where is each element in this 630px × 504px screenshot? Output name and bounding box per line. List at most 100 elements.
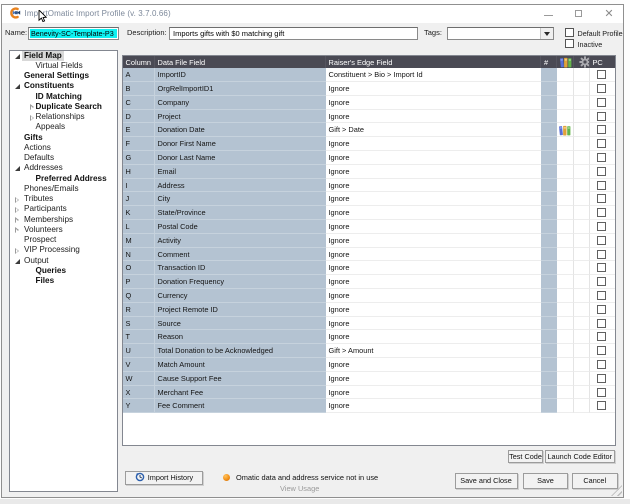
cell-data-file-field[interactable]: Project Remote ID	[154, 302, 326, 317]
cell-dictionary[interactable]	[557, 95, 574, 110]
grid-row-M[interactable]: M Activity Ignore	[122, 233, 615, 248]
cell-data-file-field[interactable]: Currency	[154, 289, 326, 303]
tags-dropdown[interactable]	[447, 26, 554, 40]
cell-function[interactable]	[573, 275, 590, 290]
grid-row-W[interactable]: W Cause Support Fee Ignore	[122, 371, 615, 386]
tree-expander-expanded-icon[interactable]	[14, 258, 21, 265]
cell-function[interactable]	[573, 302, 590, 317]
tree-item-queries[interactable]: Queries	[10, 266, 117, 276]
cell-data-file-field[interactable]: Activity	[154, 233, 326, 248]
pc-checkbox[interactable]	[596, 401, 606, 411]
cell-function[interactable]	[573, 261, 590, 276]
grid-row-P[interactable]: P Donation Frequency Ignore	[122, 275, 615, 290]
close-button[interactable]: ✕	[594, 5, 624, 23]
cell-data-file-field[interactable]: State/Province	[154, 206, 326, 221]
cell-function[interactable]	[573, 233, 590, 248]
cell-function[interactable]	[573, 371, 590, 386]
tree-expander-expanded-icon[interactable]	[14, 83, 21, 90]
tree-item-memberships[interactable]: Memberships	[10, 215, 117, 225]
cell-dictionary[interactable]	[557, 178, 574, 193]
tree-expander-expanded-icon[interactable]	[14, 165, 21, 172]
grid-row-J[interactable]: J City Ignore	[122, 192, 615, 207]
cell-dictionary[interactable]	[557, 261, 574, 276]
tree-item-virtual-fields[interactable]: Virtual Fields	[10, 61, 117, 71]
cell-dictionary[interactable]	[557, 109, 574, 124]
cell-function[interactable]	[573, 220, 590, 234]
pc-checkbox[interactable]	[596, 139, 606, 149]
grid-row-F[interactable]: F Donor First Name Ignore	[122, 137, 615, 152]
cell-raisers-edge-field[interactable]: Ignore	[325, 82, 541, 96]
cell-data-file-field[interactable]: Postal Code	[154, 220, 326, 234]
grid-row-A[interactable]: A ImportID Constituent > Bio > Import Id	[122, 68, 615, 83]
cell-raisers-edge-field[interactable]: Ignore	[325, 399, 541, 414]
grid-header-column[interactable]: Column	[123, 55, 155, 69]
cell-raisers-edge-field[interactable]: Gift > Date	[325, 123, 541, 138]
cell-function[interactable]	[573, 109, 590, 124]
maximize-button[interactable]	[564, 5, 594, 23]
cell-dictionary[interactable]	[557, 330, 574, 345]
cell-data-file-field[interactable]: ImportID	[154, 68, 326, 83]
grid-row-U[interactable]: U Total Donation to be Acknowledged Gift >…	[122, 344, 615, 359]
cell-function[interactable]	[573, 137, 590, 152]
cell-data-file-field[interactable]: Email	[154, 164, 326, 179]
cell-dictionary[interactable]	[557, 371, 574, 386]
pc-checkbox[interactable]	[596, 346, 606, 356]
grid-row-B[interactable]: B OrgRelImportID1 Ignore	[122, 82, 615, 96]
tree-expander-collapsed-icon[interactable]	[14, 196, 21, 203]
tree-item-id-matching[interactable]: ID Matching	[10, 92, 117, 102]
cell-dictionary[interactable]	[557, 68, 574, 83]
cell-data-file-field[interactable]: Project	[154, 109, 326, 124]
cell-function[interactable]	[573, 247, 590, 262]
title-bar[interactable]: ImportOmatic Import Profile (v. 3.7.0.66…	[2, 5, 623, 23]
cell-raisers-edge-field[interactable]: Ignore	[325, 289, 541, 303]
tree-item-field-map[interactable]: Field Map	[10, 50, 117, 61]
grid-row-K[interactable]: K State/Province Ignore	[122, 206, 615, 221]
inactive-checkbox[interactable]	[564, 39, 574, 48]
tree-expander-collapsed-icon[interactable]	[14, 206, 21, 213]
resize-grip[interactable]	[611, 485, 622, 496]
pc-checkbox[interactable]	[596, 235, 606, 245]
pc-checkbox[interactable]	[596, 70, 606, 80]
pc-checkbox[interactable]	[596, 194, 606, 204]
cell-function[interactable]	[573, 289, 590, 303]
grid-row-E[interactable]: E Donation Date Gift > Date	[122, 123, 615, 138]
cell-raisers-edge-field[interactable]: Ignore	[325, 137, 541, 152]
pc-checkbox[interactable]	[596, 84, 606, 94]
grid-row-L[interactable]: L Postal Code Ignore	[122, 220, 615, 234]
tree-expander-collapsed-icon[interactable]	[14, 227, 21, 234]
import-history-button[interactable]: Import History	[125, 470, 203, 485]
pc-checkbox[interactable]	[596, 360, 606, 370]
cell-raisers-edge-field[interactable]: Ignore	[325, 109, 541, 124]
cell-raisers-edge-field[interactable]: Ignore	[325, 220, 541, 234]
cell-data-file-field[interactable]: City	[154, 192, 326, 207]
cell-data-file-field[interactable]: Company	[154, 95, 326, 110]
tree-item-preferred-address[interactable]: Preferred Address	[10, 174, 117, 184]
tree-expander-expanded-icon[interactable]	[14, 53, 21, 60]
cell-raisers-edge-field[interactable]: Ignore	[325, 275, 541, 290]
cell-data-file-field[interactable]: Match Amount	[154, 358, 326, 372]
cell-function[interactable]	[573, 206, 590, 221]
cell-raisers-edge-field[interactable]: Ignore	[325, 178, 541, 193]
cell-data-file-field[interactable]: Donor First Name	[154, 137, 326, 152]
cell-raisers-edge-field[interactable]: Constituent > Bio > Import Id	[325, 68, 541, 83]
cell-raisers-edge-field[interactable]: Ignore	[325, 164, 541, 179]
grid-row-O[interactable]: O Transaction ID Ignore	[122, 261, 615, 276]
cell-dictionary[interactable]	[557, 137, 574, 152]
cell-dictionary[interactable]	[557, 316, 574, 331]
grid-header-data-file-field[interactable]: Data File Field	[155, 55, 326, 69]
cell-data-file-field[interactable]: Donation Frequency	[154, 275, 326, 290]
grid-row-C[interactable]: C Company Ignore	[122, 95, 615, 110]
tree-item-gifts[interactable]: Gifts	[10, 133, 117, 143]
tree-item-addresses[interactable]: Addresses	[10, 163, 117, 173]
cell-data-file-field[interactable]: Donation Date	[154, 123, 326, 138]
cell-dictionary[interactable]	[557, 82, 574, 96]
pc-checkbox[interactable]	[596, 387, 606, 397]
cell-data-file-field[interactable]: OrgRelImportID1	[154, 82, 326, 96]
save-button[interactable]: Save	[523, 473, 568, 489]
cell-data-file-field[interactable]: Reason	[154, 330, 326, 345]
cell-dictionary[interactable]	[557, 302, 574, 317]
pc-checkbox[interactable]	[596, 249, 606, 259]
cell-raisers-edge-field[interactable]: Ignore	[325, 358, 541, 372]
tree-item-general-settings[interactable]: General Settings	[10, 71, 117, 81]
tree-item-appeals[interactable]: Appeals	[10, 122, 117, 132]
